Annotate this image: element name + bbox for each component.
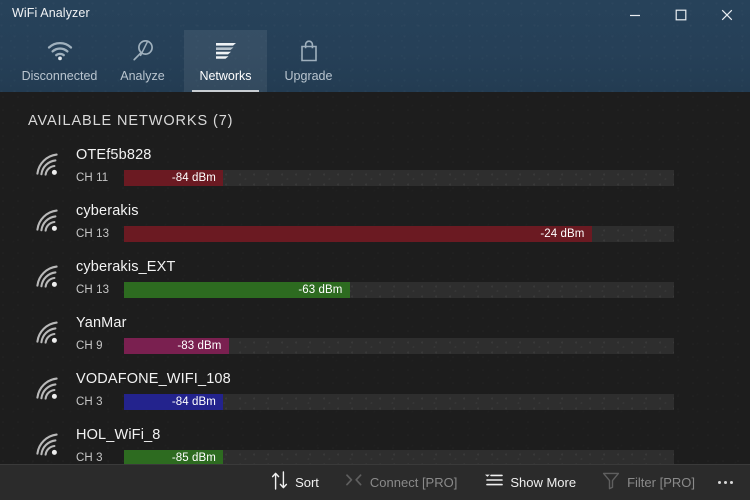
signal-fill: -24 dBm bbox=[124, 226, 592, 242]
tab-upgrade[interactable]: Upgrade bbox=[267, 30, 350, 92]
bottom-toolbar: Sort Connect [PRO] Show More Filter [PRO… bbox=[0, 464, 750, 500]
network-ssid: OTEf5b828 bbox=[76, 147, 152, 163]
connect-label: Connect [PRO] bbox=[369, 475, 458, 490]
network-row[interactable]: cyberakis_EXT CH 13 -63 dBm bbox=[0, 254, 750, 310]
minimize-button[interactable] bbox=[612, 0, 658, 30]
signal-fill: -63 dBm bbox=[124, 282, 350, 298]
network-ssid: HOL_WiFi_8 bbox=[76, 427, 161, 443]
signal-fill: -84 dBm bbox=[124, 170, 223, 186]
network-channel: CH 3 bbox=[76, 396, 103, 408]
dot bbox=[723, 481, 727, 484]
maximize-icon bbox=[675, 9, 687, 21]
network-channel: CH 3 bbox=[76, 452, 103, 464]
dot bbox=[717, 481, 721, 484]
wifi-arc-icon bbox=[34, 376, 62, 402]
list-caret-icon bbox=[483, 471, 504, 494]
signal-track: -85 dBm bbox=[124, 450, 674, 464]
network-channel: CH 11 bbox=[76, 172, 109, 184]
wifi-analyzer-window: WiFi Analyzer Disconnected Analyze Netwo… bbox=[0, 0, 750, 500]
networks-content: AVAILABLE NETWORKS (7) OTEf5b828 CH 11 -84… bbox=[0, 92, 750, 464]
tab-label-upgrade: Upgrade bbox=[284, 69, 333, 83]
signal-value: -24 dBm bbox=[540, 228, 585, 240]
minimize-icon bbox=[629, 9, 641, 21]
wifi-arc-icon bbox=[34, 432, 62, 458]
signal-track: -24 dBm bbox=[124, 226, 674, 242]
network-channel: CH 9 bbox=[76, 340, 103, 352]
connect-plug-icon bbox=[345, 471, 363, 494]
signal-fill: -83 dBm bbox=[124, 338, 229, 354]
sort-label: Sort bbox=[295, 475, 319, 490]
maximize-button[interactable] bbox=[658, 0, 704, 30]
network-ssid: cyberakis bbox=[76, 203, 139, 219]
more-dots-icon[interactable] bbox=[708, 465, 742, 500]
show-more-button[interactable]: Show More bbox=[470, 465, 589, 500]
network-list: OTEf5b828 CH 11 -84 dBm cyberakis CH 13 -24 d… bbox=[0, 142, 750, 464]
network-row[interactable]: HOL_WiFi_8 CH 3 -85 dBm bbox=[0, 422, 750, 464]
shopping-bag-icon bbox=[297, 36, 321, 66]
signal-track: -63 dBm bbox=[124, 282, 674, 298]
wifi-signal-icon bbox=[47, 36, 73, 66]
app-header: WiFi Analyzer Disconnected Analyze Netwo… bbox=[0, 0, 750, 92]
funnel-icon bbox=[602, 471, 620, 495]
connect-button[interactable]: Connect [PRO] bbox=[332, 465, 470, 500]
wifi-arc-icon bbox=[34, 320, 62, 346]
signal-value: -84 dBm bbox=[171, 396, 216, 408]
network-channel: CH 13 bbox=[76, 284, 110, 296]
window-title: WiFi Analyzer bbox=[12, 6, 90, 20]
close-icon bbox=[721, 9, 733, 21]
tab-disconnected[interactable]: Disconnected bbox=[18, 30, 101, 92]
tab-label-networks: Networks bbox=[199, 69, 252, 83]
tab-label-analyze: Analyze bbox=[120, 69, 165, 83]
wifi-arc-icon bbox=[34, 152, 62, 178]
show-more-label: Show More bbox=[510, 475, 577, 490]
section-title: AVAILABLE NETWORKS (7) bbox=[28, 113, 234, 129]
tab-analyze[interactable]: Analyze bbox=[101, 30, 184, 92]
network-channel: CH 13 bbox=[76, 228, 110, 240]
filter-label: Filter [PRO] bbox=[627, 475, 695, 490]
signal-value: -83 dBm bbox=[177, 340, 222, 352]
network-row[interactable]: cyberakis CH 13 -24 dBm bbox=[0, 198, 750, 254]
main-tabs: Disconnected Analyze Networks Upgrade bbox=[18, 30, 350, 92]
tab-label-disconnected: Disconnected bbox=[21, 69, 98, 83]
signal-value: -84 dBm bbox=[171, 172, 216, 184]
signal-fill: -84 dBm bbox=[124, 394, 223, 410]
network-row[interactable]: YanMar CH 9 -83 dBm bbox=[0, 310, 750, 366]
signal-value: -85 dBm bbox=[171, 452, 216, 464]
wifi-arc-icon bbox=[34, 208, 62, 234]
signal-track: -83 dBm bbox=[124, 338, 674, 354]
network-ssid: YanMar bbox=[76, 315, 127, 331]
bar-list-icon bbox=[213, 36, 239, 66]
filter-button[interactable]: Filter [PRO] bbox=[589, 465, 708, 500]
tab-networks[interactable]: Networks bbox=[184, 30, 267, 92]
network-ssid: cyberakis_EXT bbox=[76, 259, 176, 275]
sort-arrows-icon bbox=[271, 470, 288, 495]
signal-track: -84 dBm bbox=[124, 394, 674, 410]
dot bbox=[729, 481, 733, 484]
close-button[interactable] bbox=[704, 0, 750, 30]
network-row[interactable]: VODAFONE_WIFI_108 CH 3 -84 dBm bbox=[0, 366, 750, 422]
network-row[interactable]: OTEf5b828 CH 11 -84 dBm bbox=[0, 142, 750, 198]
window-controls bbox=[612, 0, 750, 30]
network-ssid: VODAFONE_WIFI_108 bbox=[76, 371, 231, 387]
magnifier-icon bbox=[130, 36, 156, 66]
signal-track: -84 dBm bbox=[124, 170, 674, 186]
title-bar: WiFi Analyzer bbox=[0, 0, 750, 30]
wifi-arc-icon bbox=[34, 264, 62, 290]
sort-button[interactable]: Sort bbox=[258, 465, 332, 500]
signal-value: -63 dBm bbox=[298, 284, 343, 296]
signal-fill: -85 dBm bbox=[124, 450, 223, 464]
